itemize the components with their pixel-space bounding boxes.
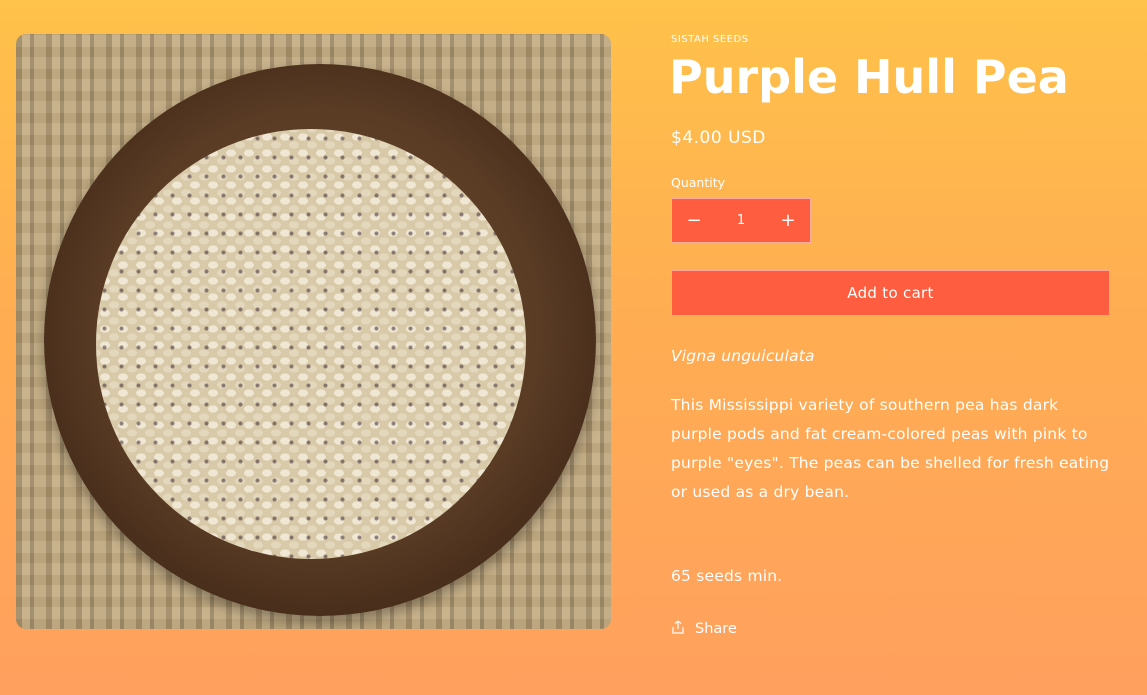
product-image[interactable] bbox=[16, 34, 611, 629]
share-icon bbox=[671, 620, 685, 638]
product-price: $4.00 USD bbox=[671, 128, 766, 148]
product-description: This Mississippi variety of southern pea… bbox=[671, 396, 1110, 501]
product-vendor: SISTAH SEEDS bbox=[671, 34, 749, 45]
product-title: Purple Hull Pea bbox=[669, 50, 1069, 104]
quantity-input[interactable] bbox=[716, 212, 766, 229]
increase-quantity-button[interactable]: + bbox=[766, 199, 810, 242]
latin-name: Vigna unguiculata bbox=[671, 347, 815, 365]
share-button[interactable]: Share bbox=[671, 620, 737, 638]
quantity-label: Quantity bbox=[671, 175, 726, 190]
peas-graphic bbox=[96, 129, 526, 559]
seed-count: 65 seeds min. bbox=[671, 567, 783, 585]
quantity-stepper: − + bbox=[671, 198, 811, 243]
share-label: Share bbox=[695, 621, 737, 637]
decrease-quantity-button[interactable]: − bbox=[672, 199, 716, 242]
add-to-cart-button[interactable]: Add to cart bbox=[671, 270, 1110, 316]
